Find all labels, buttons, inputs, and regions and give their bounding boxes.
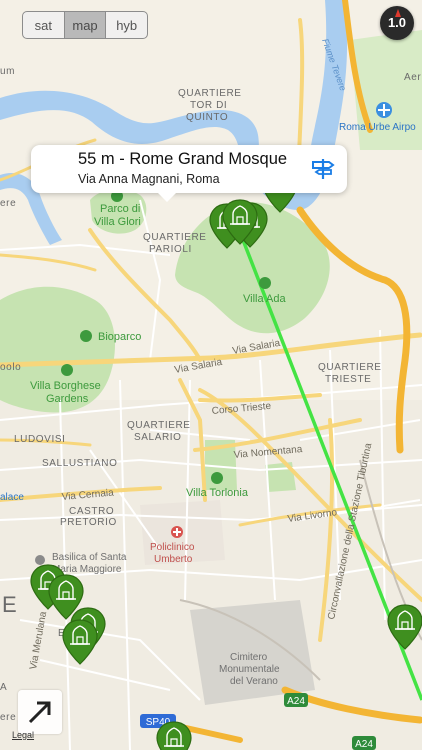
svg-text:A24: A24 [355, 739, 373, 750]
map-type-segmented-control: sat map hyb [22, 11, 148, 39]
map-type-map-button[interactable]: map [64, 12, 107, 38]
svg-text:um: um [0, 66, 15, 77]
svg-text:Monumentale: Monumentale [219, 664, 280, 675]
svg-text:Policlinico: Policlinico [150, 542, 195, 553]
marker-callout[interactable]: 55 m - Rome Grand Mosque Via Anna Magnan… [31, 145, 347, 193]
directions-sign-icon[interactable] [310, 155, 336, 181]
svg-text:Villa Torlonia: Villa Torlonia [186, 487, 249, 499]
svg-text:PRETORIO: PRETORIO [60, 517, 117, 528]
svg-text:SALLUSTIANO: SALLUSTIANO [42, 458, 118, 469]
airport-icon [376, 102, 392, 118]
zoo-icon [80, 330, 92, 342]
svg-text:ere: ere [0, 712, 16, 723]
svg-text:A24: A24 [287, 696, 305, 707]
svg-text:QUINTO: QUINTO [186, 112, 228, 123]
svg-text:Aer: Aer [404, 72, 421, 83]
svg-text:A: A [0, 682, 7, 693]
svg-text:CASTRO: CASTRO [69, 506, 114, 517]
svg-text:Gardens: Gardens [46, 393, 89, 405]
map-screen: QUARTIERE TOR DI QUINTO Fiume Tevere Rom… [0, 0, 422, 750]
svg-text:del Verano: del Verano [230, 676, 278, 687]
callout-title: 55 m - Rome Grand Mosque [78, 150, 288, 168]
svg-text:Villa Borghese: Villa Borghese [30, 380, 101, 392]
church-icon [35, 555, 45, 565]
callout-subtitle: Via Anna Magnani, Roma [78, 172, 220, 186]
svg-text:alace: alace [0, 492, 24, 503]
hospital-icon [171, 526, 183, 538]
svg-text:Basilica of Santa: Basilica of Santa [52, 552, 127, 563]
svg-text:Villa Glori: Villa Glori [94, 216, 141, 228]
map-type-sat-button[interactable]: sat [23, 12, 65, 38]
park-icon-borghese [61, 364, 73, 376]
expand-button[interactable] [18, 690, 62, 734]
svg-text:QUARTIERE: QUARTIERE [143, 232, 207, 243]
map-view[interactable]: QUARTIERE TOR DI QUINTO Fiume Tevere Rom… [0, 0, 422, 750]
svg-text:QUARTIERE: QUARTIERE [178, 88, 242, 99]
svg-text:ere: ere [0, 198, 16, 209]
mosque-pin-icon[interactable] [156, 721, 192, 750]
svg-text:oolo: oolo [0, 362, 21, 373]
svg-text:Cimitero: Cimitero [230, 652, 268, 663]
svg-text:QUARTIERE: QUARTIERE [127, 420, 191, 431]
svg-text:LUDOVISI: LUDOVISI [14, 434, 65, 445]
svg-text:Villa Ada: Villa Ada [243, 293, 286, 305]
svg-text:Umberto: Umberto [154, 554, 193, 565]
compass-value: 1.0 [387, 15, 407, 30]
svg-text:SALARIO: SALARIO [134, 432, 182, 443]
svg-text:TOR DI: TOR DI [190, 100, 227, 111]
expand-arrow-icon [28, 701, 51, 724]
park-icon-ada [259, 277, 271, 289]
svg-text:TRIESTE: TRIESTE [325, 374, 371, 385]
map-type-hyb-button[interactable]: hyb [106, 12, 147, 38]
svg-text:E: E [2, 592, 17, 617]
svg-text:Parco di: Parco di [100, 203, 140, 215]
svg-text:Bioparco: Bioparco [98, 331, 141, 343]
legal-link[interactable]: Legal [12, 730, 34, 740]
svg-text:PARIOLI: PARIOLI [149, 244, 192, 255]
compass-button[interactable]: 1.0 [380, 6, 414, 40]
svg-text:Roma Urbe Airpo: Roma Urbe Airpo [339, 122, 416, 133]
svg-text:QUARTIERE: QUARTIERE [318, 362, 382, 373]
callout-pointer [158, 193, 176, 202]
park-icon-torlonia [211, 472, 223, 484]
